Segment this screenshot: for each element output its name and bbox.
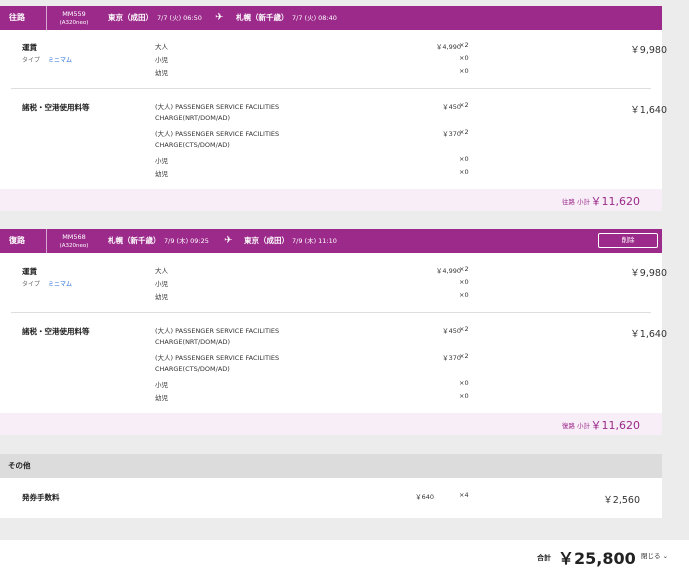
arrival-city: 札幌（新千歳）: [236, 13, 289, 22]
ticketing-fee-amount: ￥2,560: [603, 495, 640, 506]
direction-label: 往路: [9, 13, 25, 22]
outbound-subtotal: 往路 小計 ￥11,620: [0, 189, 662, 211]
fare-label: 運賃: [22, 43, 37, 52]
tax-line-2: CHARGE(NRT/DOM/AD): [155, 338, 231, 346]
close-toggle-button[interactable]: 閉じる ⌄: [641, 550, 668, 560]
ticketing-fee-unit: ￥640: [415, 493, 434, 501]
ticketing-fee-qty: ×4: [459, 491, 469, 499]
aircraft-type: (A320neo): [59, 20, 89, 26]
subtotal-label: 復路 小計: [561, 422, 590, 430]
tax-amount: ￥1,640: [630, 105, 667, 116]
fare-qty-infant: ×0: [459, 291, 469, 299]
tax-pax-infant: 幼児: [155, 170, 168, 178]
plane-icon: ✈: [224, 235, 233, 246]
tax-qty-3: ×2: [459, 352, 469, 360]
tax-line-1: (大人) PASSENGER SERVICE FACILITIES: [155, 103, 280, 111]
other-header: その他: [0, 454, 662, 478]
fare-qty-adult: ×2: [459, 265, 469, 273]
tax-qty-infant: ×0: [459, 392, 469, 400]
separator: [11, 312, 651, 313]
tax-qty-child: ×0: [459, 155, 469, 163]
flight-number-text: MM568: [62, 233, 86, 241]
departure-time: 7/9 (木) 09:25: [164, 237, 209, 245]
tax-qty-3: ×2: [459, 128, 469, 136]
tax-pax-child: 小児: [155, 157, 168, 165]
type-value: ミニマム: [48, 281, 73, 288]
type-value: ミニマム: [48, 57, 73, 64]
fare-unit-adult: ￥4,990: [435, 43, 461, 51]
tax-pax-child: 小児: [155, 381, 168, 389]
subtotal-value: ￥11,620: [590, 195, 641, 208]
direction-label: 復路: [9, 236, 25, 245]
arrival-time: 7/7 (火) 08:40: [292, 14, 337, 22]
inbound-panel: [0, 229, 662, 434]
tax-qty-child: ×0: [459, 379, 469, 387]
outbound-flight-header: 往路 MM559 (A320neo) 東京（成田） 7/7 (火) 06:50 ✈…: [0, 6, 662, 30]
type-label: タイプ: [22, 281, 41, 288]
outbound-panel: [0, 6, 662, 211]
fare-unit-adult: ￥4,990: [435, 267, 461, 275]
aircraft-type: (A320neo): [59, 243, 89, 249]
separator: [11, 88, 651, 89]
fare-label: 運賃: [22, 267, 37, 276]
tax-qty-infant: ×0: [459, 168, 469, 176]
tax-amount: ￥1,640: [630, 329, 667, 340]
plane-icon: ✈: [215, 12, 224, 23]
tax-qty-1: ×2: [459, 101, 469, 109]
fare-pax-infant: 幼児: [155, 69, 168, 77]
arrival-city: 東京（成田）: [244, 236, 289, 245]
inbound-subtotal: 復路 小計 ￥11,620: [0, 413, 662, 435]
type-label: タイプ: [22, 57, 41, 64]
tax-line-2: CHARGE(NRT/DOM/AD): [155, 114, 231, 122]
departure-city: 札幌（新千歳）: [108, 236, 161, 245]
fare-pax-adult: 大人: [155, 43, 168, 51]
other-panel: 発券手数料 ￥640 ×4 ￥2,560: [0, 478, 662, 518]
total-value: ￥25,800: [558, 549, 636, 568]
fare-type: タイプ ミニマム: [22, 55, 72, 64]
tax-label: 諸税・空港使用料等: [22, 103, 90, 112]
flight-number-text: MM559: [62, 10, 86, 18]
tax-line-4: CHARGE(CTS/DOM/AD): [155, 141, 230, 149]
fare-amount: ￥9,980: [630, 45, 667, 56]
total-label: 合計: [537, 554, 551, 562]
subtotal-label: 往路 小計: [561, 198, 590, 206]
tax-line-3: (大人) PASSENGER SERVICE FACILITIES: [155, 130, 280, 138]
departure-city: 東京（成田）: [108, 13, 153, 22]
fare-amount: ￥9,980: [630, 268, 667, 279]
flight-number: MM568 (A320neo): [47, 233, 101, 251]
fare-qty-infant: ×0: [459, 67, 469, 75]
fare-qty-child: ×0: [459, 54, 469, 62]
delete-button[interactable]: 削除: [598, 233, 658, 248]
flight-number: MM559 (A320neo): [47, 10, 101, 28]
fare-pax-infant: 幼児: [155, 293, 168, 301]
tax-line-4: CHARGE(CTS/DOM/AD): [155, 365, 230, 373]
ticketing-fee-label: 発券手数料: [22, 493, 60, 502]
arrival-time: 7/9 (木) 11:10: [292, 237, 337, 245]
fare-pax-child: 小児: [155, 56, 168, 64]
tax-qty-1: ×2: [459, 325, 469, 333]
fare-qty-adult: ×2: [459, 41, 469, 49]
fare-pax-adult: 大人: [155, 267, 168, 275]
subtotal-value: ￥11,620: [590, 419, 641, 432]
fare-qty-child: ×0: [459, 278, 469, 286]
tax-line-3: (大人) PASSENGER SERVICE FACILITIES: [155, 354, 280, 362]
fare-type: タイプ ミニマム: [22, 279, 72, 288]
tax-label: 諸税・空港使用料等: [22, 327, 90, 336]
tax-line-1: (大人) PASSENGER SERVICE FACILITIES: [155, 327, 280, 335]
tax-pax-infant: 幼児: [155, 394, 168, 402]
fare-pax-child: 小児: [155, 280, 168, 288]
inbound-flight-header: 復路 MM568 (A320neo) 札幌（新千歳） 7/9 (木) 09:25 …: [0, 229, 662, 253]
departure-time: 7/7 (火) 06:50: [157, 14, 202, 22]
